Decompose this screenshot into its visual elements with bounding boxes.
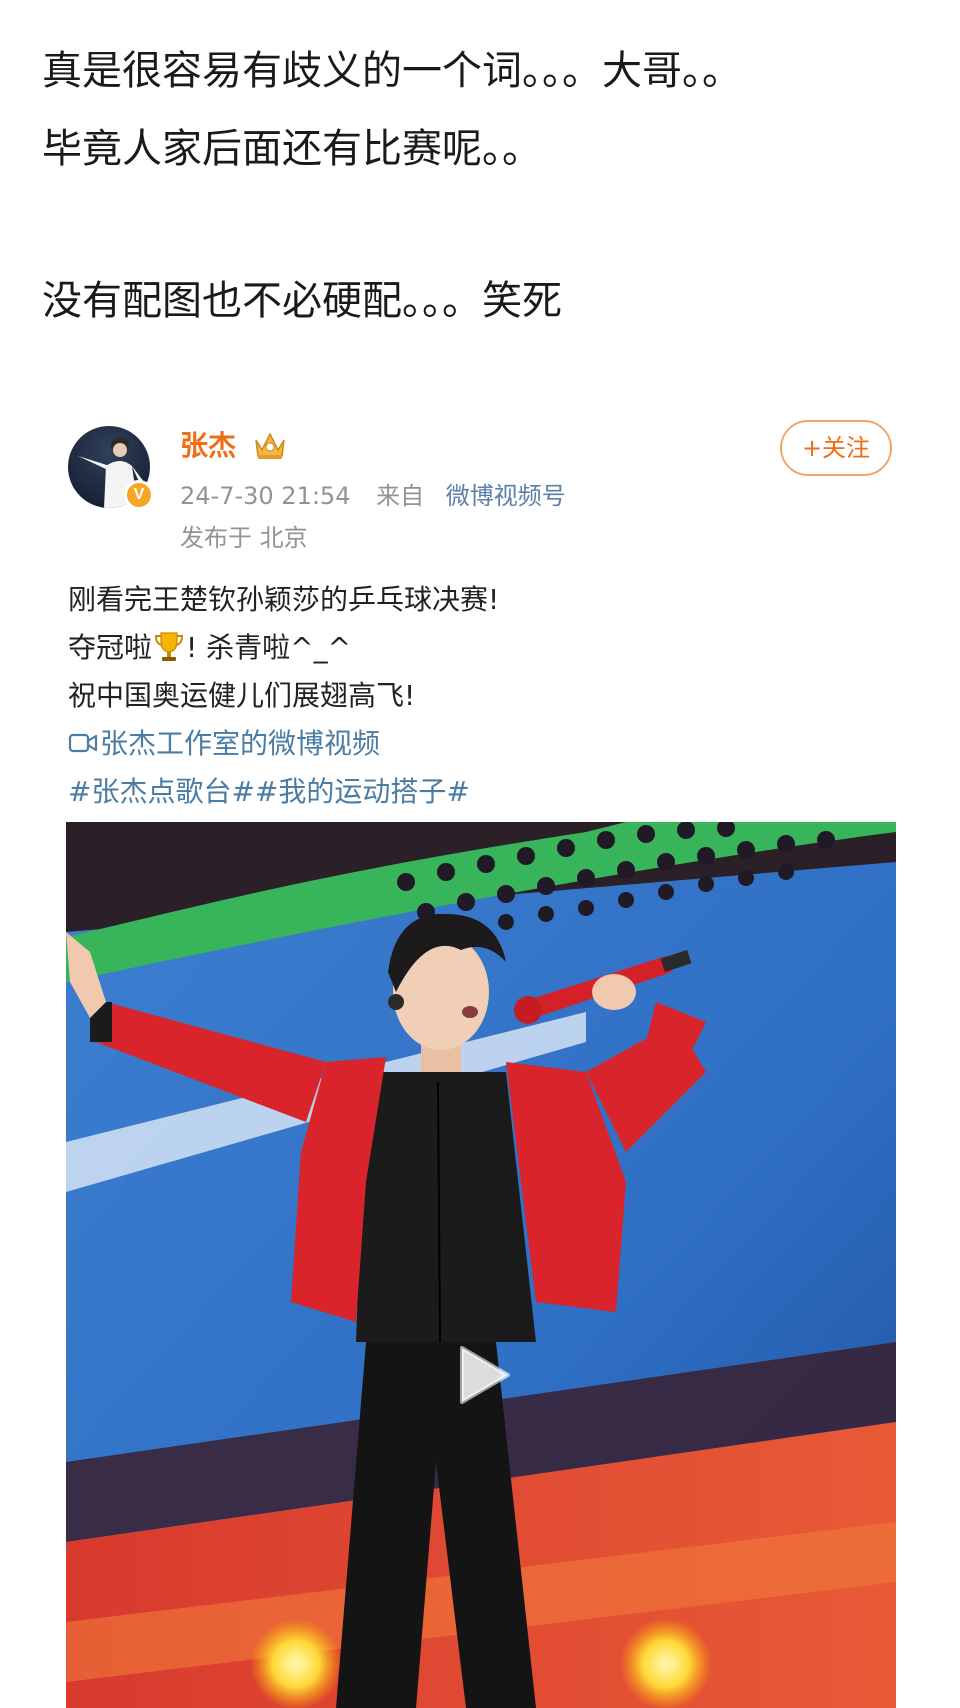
post-body-line-2: 夺冠啦 ! 杀青啦^_^ xyxy=(68,624,499,672)
commentary-line-1: 真是很容易有歧义的一个词。。。大哥。。 xyxy=(42,48,742,94)
follow-button[interactable]: +关注 xyxy=(780,420,892,476)
video-link-label: 张杰工作室的微博视频 xyxy=(100,727,381,760)
from-label: 来自 xyxy=(376,482,425,510)
post-meta: 24-7-30 21:54 来自 微博视频号 xyxy=(180,478,566,514)
commentary-line-3: 没有配图也不必硬配。。。笑死 xyxy=(42,278,562,324)
post-body-line-1: 刚看完王楚钦孙颖莎的乒乓球决赛! xyxy=(68,583,500,616)
crown-icon xyxy=(255,432,285,459)
hashtags[interactable]: #张杰点歌台##我的运动搭子# xyxy=(68,768,499,816)
post-body-line-3: 祝中国奥运健儿们展翅高飞! xyxy=(68,679,416,712)
play-icon[interactable] xyxy=(456,1344,512,1406)
post-source-link[interactable]: 微博视频号 xyxy=(446,482,566,510)
video-thumbnail[interactable] xyxy=(66,822,896,1708)
username[interactable]: 张杰 xyxy=(180,426,236,466)
post-body: 刚看完王楚钦孙颖莎的乒乓球决赛! 夺冠啦 ! 杀青啦^_^ 祝中国奥运健儿们展翅… xyxy=(68,576,499,816)
post-body-line-2-text: 夺冠啦 xyxy=(68,631,153,664)
video-camera-icon xyxy=(68,733,98,753)
video-link[interactable]: 张杰工作室的微博视频 xyxy=(68,720,499,768)
post-location: 发布于 北京 xyxy=(180,524,308,552)
post-body-line-2-rest: ! 杀青啦^_^ xyxy=(186,631,352,664)
verified-badge: V xyxy=(124,480,154,510)
commentary-line-2: 毕竟人家后面还有比赛呢。。 xyxy=(42,126,542,172)
post-timestamp: 24-7-30 21:54 xyxy=(180,482,351,510)
trophy-icon xyxy=(155,632,184,661)
commentary-text: 真是很容易有歧义的一个词。。。大哥。。 毕竟人家后面还有比赛呢。。 没有配图也不… xyxy=(42,32,942,340)
